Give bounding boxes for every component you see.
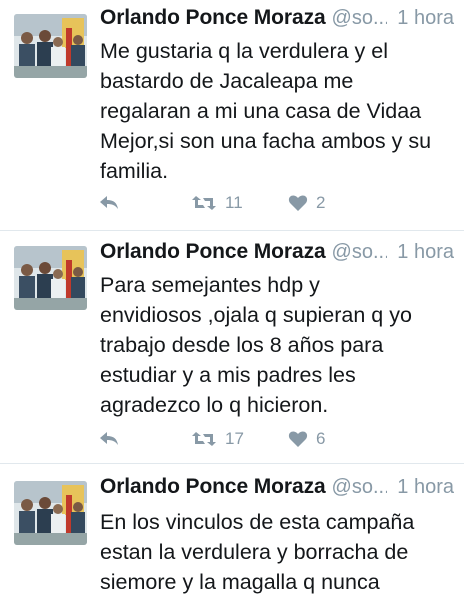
retweet-icon bbox=[192, 432, 216, 446]
like-count: 6 bbox=[316, 429, 326, 448]
retweet-button[interactable]: 11 bbox=[191, 193, 243, 213]
tweet-text-line: regalaran a mi una casa de Vidaa bbox=[100, 99, 422, 123]
reply-icon bbox=[100, 432, 118, 445]
timestamp[interactable]: 1 hora bbox=[387, 7, 454, 30]
author-name[interactable]: Orlando Ponce Moraza bbox=[100, 240, 326, 264]
tweet[interactable]: Orlando Ponce Moraza @so... 1 hora En lo… bbox=[0, 465, 464, 600]
avatar[interactable] bbox=[14, 246, 87, 310]
author-handle[interactable]: @so... bbox=[332, 241, 388, 264]
tweet-text: Para semejantes hdp y envidiosos ,ojala … bbox=[100, 270, 452, 420]
retweet-button[interactable]: 17 bbox=[191, 429, 244, 449]
heart-icon bbox=[288, 431, 308, 447]
timeline: Orlando Ponce Moraza @so... 1 hora Me gu… bbox=[0, 0, 464, 600]
author-handle[interactable]: @so... bbox=[332, 7, 388, 30]
tweet-text-line: trabajo desde los 8 años para bbox=[100, 333, 384, 357]
tweet-text-line: estan la verdulera y borracha de bbox=[100, 540, 409, 564]
tweet-text-line: agradezco lo q hicieron. bbox=[100, 393, 329, 417]
tweet-text: Me gustaria q la verdulera y el bastardo… bbox=[100, 36, 452, 186]
retweet-icon bbox=[192, 196, 216, 210]
like-button[interactable]: 6 bbox=[288, 429, 325, 449]
tweet-text-line: Mejor,si son una facha ambos y su bbox=[100, 129, 432, 153]
tweet[interactable]: Orlando Ponce Moraza @so... 1 hora Me gu… bbox=[0, 0, 464, 231]
tweet-text-line: envidiosos ,ojala q supieran q yo bbox=[100, 303, 412, 327]
tweet-header: Orlando Ponce Moraza @so... 1 hora bbox=[100, 6, 454, 40]
retweet-count: 11 bbox=[225, 193, 243, 212]
like-button[interactable]: 2 bbox=[288, 193, 325, 213]
reply-button[interactable] bbox=[98, 429, 120, 447]
tweet-text-line: Para semejantes hdp y bbox=[100, 273, 320, 297]
tweet-actions: 11 2 bbox=[98, 193, 454, 219]
like-count: 2 bbox=[316, 193, 326, 212]
timestamp[interactable]: 1 hora bbox=[387, 241, 454, 264]
tweet-text-line: siemore y la magalla q nunca bbox=[100, 570, 380, 594]
tweet-text-line: familia. bbox=[100, 159, 169, 183]
tweet-text-line: estudiar y a mis padres les bbox=[100, 363, 356, 387]
tweet-actions: 17 6 bbox=[98, 429, 454, 455]
tweet-header: Orlando Ponce Moraza @so... 1 hora bbox=[100, 475, 454, 509]
tweet-text-line: bastardo de Jacaleapa me bbox=[100, 69, 354, 93]
reply-button[interactable] bbox=[98, 193, 120, 211]
author-name[interactable]: Orlando Ponce Moraza bbox=[100, 475, 326, 499]
tweet-text-line: Me gustaria q la verdulera y el bbox=[100, 39, 389, 63]
timestamp[interactable]: 1 hora bbox=[387, 476, 454, 499]
tweet-header: Orlando Ponce Moraza @so... 1 hora bbox=[100, 240, 454, 274]
author-handle[interactable]: @so... bbox=[332, 476, 388, 499]
heart-icon bbox=[288, 195, 308, 211]
reply-icon bbox=[100, 196, 118, 209]
retweet-count: 17 bbox=[225, 429, 244, 448]
author-name[interactable]: Orlando Ponce Moraza bbox=[100, 6, 326, 30]
avatar[interactable] bbox=[14, 14, 87, 78]
tweet-text: En los vinculos de esta campaña estan la… bbox=[100, 507, 452, 597]
avatar[interactable] bbox=[14, 481, 87, 545]
tweet-text-line: En los vinculos de esta campaña bbox=[100, 510, 415, 534]
tweet[interactable]: Orlando Ponce Moraza @so... 1 hora Para … bbox=[0, 232, 464, 464]
